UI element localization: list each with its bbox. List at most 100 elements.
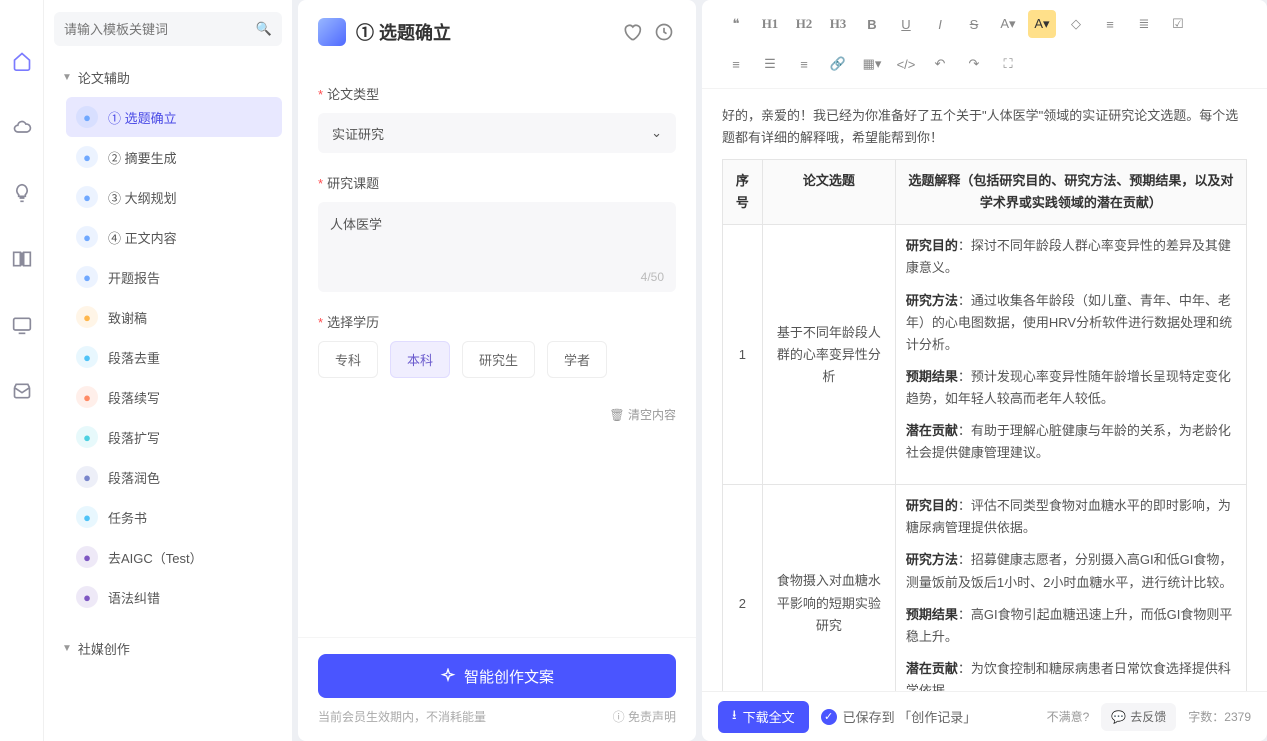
- star-icon: ●: [76, 586, 98, 608]
- italic-button[interactable]: I: [926, 10, 954, 38]
- underline-button[interactable]: U: [892, 10, 920, 38]
- sidebar-item[interactable]: ●③ 大纲规划: [66, 177, 282, 217]
- sidebar-item[interactable]: ●① 选题确立: [66, 97, 282, 137]
- sidebar-item-label: 语法纠错: [108, 588, 160, 607]
- polish-icon: ●: [76, 466, 98, 488]
- label-degree: 选择学历: [318, 312, 676, 331]
- sidebar-item-label: 致谢稿: [108, 308, 147, 327]
- sidebar-item-label: ④ 正文内容: [108, 228, 177, 247]
- home-icon[interactable]: [11, 50, 33, 72]
- label-topic: 研究课题: [318, 173, 676, 192]
- form-icon: [318, 18, 346, 46]
- inbox-icon[interactable]: [11, 380, 33, 402]
- row-title: 基于不同年龄段人群的心率变异性分析: [762, 225, 895, 485]
- h1-button[interactable]: H1: [756, 10, 784, 38]
- sidebar-item[interactable]: ● 致谢稿: [66, 297, 282, 337]
- feedback-button[interactable]: 💬 去反馈: [1101, 703, 1176, 731]
- fullscreen-icon[interactable]: ⛶: [994, 50, 1022, 78]
- list-ul-icon[interactable]: ≡: [1096, 10, 1124, 38]
- topic-input[interactable]: 人体医学 4/50: [318, 202, 676, 292]
- link-icon[interactable]: 🔗: [824, 50, 852, 78]
- thanks-icon: ●: [76, 306, 98, 328]
- dissatisfied-text: 不满意?: [1047, 708, 1090, 725]
- sidebar-item-label: 段落润色: [108, 468, 160, 487]
- eraser-icon[interactable]: ◇: [1062, 10, 1090, 38]
- expand-icon: ●: [76, 426, 98, 448]
- sidebar-item[interactable]: ● 语法纠错: [66, 577, 282, 617]
- code-icon[interactable]: </>: [892, 50, 920, 78]
- bulb-icon[interactable]: [11, 182, 33, 204]
- search-icon: 🔍: [256, 21, 272, 37]
- nav-rail: [0, 0, 44, 741]
- strike-button[interactable]: S: [960, 10, 988, 38]
- table-header: 选题解释（包括研究目的、研究方法、预期结果，以及对学术界或实践领域的潜在贡献）: [895, 160, 1246, 225]
- sidebar-item[interactable]: ●去AIGC（Test）: [66, 537, 282, 577]
- align-left-icon[interactable]: ≡: [722, 50, 750, 78]
- star-icon: ●: [76, 546, 98, 568]
- book-icon[interactable]: [11, 248, 33, 270]
- sidebar-item[interactable]: ● 开题报告: [66, 257, 282, 297]
- sidebar-item[interactable]: ● 段落续写: [66, 377, 282, 417]
- row-detail: 研究目的：评估不同类型食物对血糖水平的即时影响，为糖尿病管理提供依据。研究方法：…: [895, 485, 1246, 691]
- quote-icon[interactable]: ❝: [722, 10, 750, 38]
- checklist-icon[interactable]: ☑: [1164, 10, 1192, 38]
- sidebar-item[interactable]: ●④ 正文内容: [66, 217, 282, 257]
- degree-chip[interactable]: 研究生: [462, 341, 535, 378]
- favorite-icon[interactable]: [620, 20, 644, 44]
- redo-icon[interactable]: ↷: [960, 50, 988, 78]
- undo-icon[interactable]: ↶: [926, 50, 954, 78]
- sidebar: 🔍 ▼论文辅助●① 选题确立●② 摘要生成●③ 大纲规划●④ 正文内容●开题报告…: [44, 0, 292, 741]
- h3-button[interactable]: H3: [824, 10, 852, 38]
- history-icon[interactable]: [652, 20, 676, 44]
- saved-indicator: ✓已保存到 「创作记录」: [821, 707, 977, 726]
- list-ol-icon[interactable]: ≣: [1130, 10, 1158, 38]
- sidebar-item[interactable]: ●段落去重: [66, 337, 282, 377]
- degree-chip[interactable]: 学者: [547, 341, 607, 378]
- continue-icon: ●: [76, 386, 98, 408]
- table-icon[interactable]: ▦▾: [858, 50, 886, 78]
- monitor-icon[interactable]: [11, 314, 33, 336]
- sidebar-item[interactable]: ●② 摘要生成: [66, 137, 282, 177]
- highlight-button[interactable]: A▾: [1028, 10, 1056, 38]
- h2-button[interactable]: H2: [790, 10, 818, 38]
- disclaimer-link[interactable]: ⓘ 免责声明: [613, 708, 676, 725]
- check-icon: ✓: [821, 709, 837, 725]
- text-color-button[interactable]: A▾: [994, 10, 1022, 38]
- row-num: 2: [723, 485, 763, 691]
- sidebar-item-label: 段落扩写: [108, 428, 160, 447]
- sidebar-item[interactable]: ● 段落扩写: [66, 417, 282, 457]
- download-button[interactable]: ⭳ 下载全文: [718, 701, 809, 733]
- label-type: 论文类型: [318, 84, 676, 103]
- cloud-icon[interactable]: [11, 116, 33, 138]
- form-header: ① 选题确立: [298, 0, 696, 64]
- sidebar-group[interactable]: ▼社媒创作: [54, 633, 282, 664]
- sidebar-item[interactable]: ●任务书: [66, 497, 282, 537]
- doc-icon: ●: [76, 266, 98, 288]
- doc-icon: ●: [76, 146, 98, 168]
- editor-panel: ❝ H1 H2 H3 B U I S A▾ A▾ ◇ ≡ ≣ ☑ ≡ ☰ ≡ 🔗…: [702, 0, 1267, 741]
- form-footer: 智能创作文案 当前会员生效期内，不消耗能量 ⓘ 免责声明: [298, 637, 696, 741]
- degree-chip[interactable]: 本科: [390, 341, 450, 378]
- sidebar-item-label: 开题报告: [108, 268, 160, 287]
- sidebar-group[interactable]: ▼论文辅助: [54, 62, 282, 93]
- editor-toolbar: ❝ H1 H2 H3 B U I S A▾ A▾ ◇ ≡ ≣ ☑ ≡ ☰ ≡ 🔗…: [702, 0, 1267, 89]
- select-type[interactable]: 实证研究 ⌄: [318, 113, 676, 153]
- search-box[interactable]: 🔍: [54, 12, 282, 46]
- editor-body[interactable]: 好的，亲爱的！我已经为你准备好了五个关于"人体医学"领域的实证研究论文选题。每个…: [702, 89, 1267, 691]
- sidebar-item[interactable]: ● 段落润色: [66, 457, 282, 497]
- sidebar-item-label: 段落续写: [108, 388, 160, 407]
- search-input[interactable]: [64, 22, 256, 37]
- degree-chips: 专科本科研究生学者: [318, 341, 676, 378]
- wordcount: 字数：2379: [1188, 708, 1251, 725]
- align-right-icon[interactable]: ≡: [790, 50, 818, 78]
- form-panel: ① 选题确立 论文类型 实证研究 ⌄ 研究课题 人体医学 4/50 选择学历 专…: [298, 0, 696, 741]
- degree-chip[interactable]: 专科: [318, 341, 378, 378]
- align-center-icon[interactable]: ☰: [756, 50, 784, 78]
- doc-icon: ●: [76, 186, 98, 208]
- generate-button[interactable]: 智能创作文案: [318, 654, 676, 698]
- table-row: 1基于不同年龄段人群的心率变异性分析研究目的：探讨不同年龄段人群心率变异性的差异…: [723, 225, 1247, 485]
- bold-button[interactable]: B: [858, 10, 886, 38]
- sidebar-item-label: ① 选题确立: [108, 108, 177, 127]
- clear-button[interactable]: 🗑 清空内容: [318, 406, 676, 423]
- row-num: 1: [723, 225, 763, 485]
